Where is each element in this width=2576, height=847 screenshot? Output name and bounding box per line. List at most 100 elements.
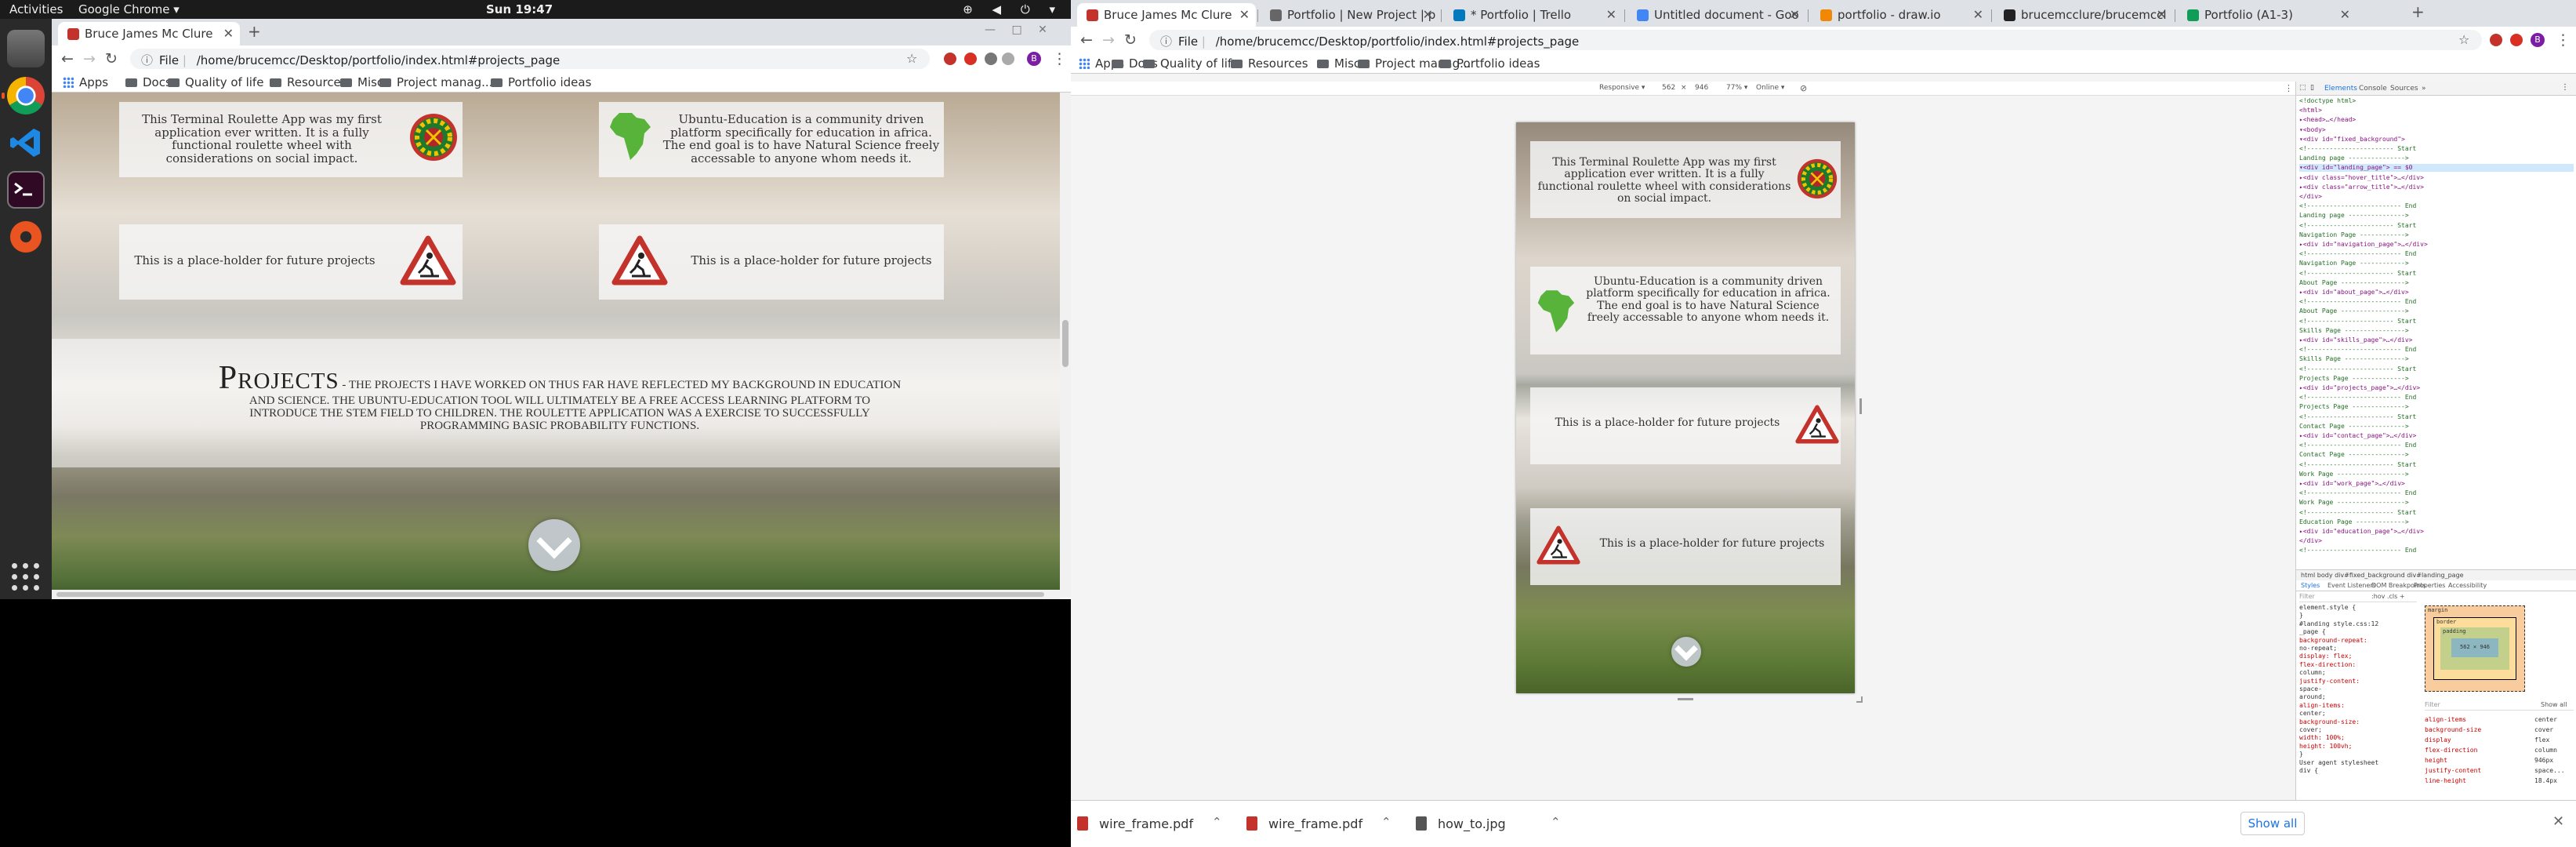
chevron-up-icon[interactable]: ⌃ — [1551, 815, 1561, 829]
computed-filter-input[interactable]: Filter Show all — [2425, 701, 2574, 711]
css-rule-line[interactable]: display: flex; — [2299, 653, 2352, 660]
dom-node[interactable]: <!------------------------- End — [2299, 250, 2416, 258]
tab-portfolio[interactable]: Bruce James Mc Clure ✕ — [58, 22, 240, 45]
computed-property-row[interactable]: display flex — [2425, 736, 2574, 745]
viewport-resize-handle[interactable] — [1678, 698, 1693, 700]
rotate-icon[interactable]: ⊘ — [1800, 83, 1807, 93]
css-rule-line[interactable]: User agent stylesheet — [2299, 759, 2378, 766]
address-bar[interactable]: ⓘ File | /home/brucemcc/Desktop/portfolio… — [1149, 30, 2482, 50]
extension-icon[interactable] — [944, 53, 956, 65]
dom-node[interactable]: Education Page -------------> — [2299, 518, 2409, 526]
computed-property-row[interactable]: height 946px — [2425, 756, 2574, 765]
chrome-app-icon[interactable] — [2, 77, 45, 115]
browser-tab[interactable]: Portfolio (A1-3) ✕ — [2178, 3, 2356, 27]
reload-icon[interactable]: ↻ — [1124, 31, 1137, 49]
dom-node[interactable]: <!------------------------- End — [2299, 202, 2416, 210]
css-rule-line[interactable]: } — [2299, 751, 2303, 758]
css-rule-line[interactable]: _page { — [2299, 628, 2326, 635]
devtools-menu-icon[interactable]: ⋮ — [2561, 83, 2569, 92]
close-tab-icon[interactable]: ✕ — [1423, 7, 1433, 22]
dom-node[interactable]: Skills Page ----------------> — [2299, 355, 2409, 363]
dom-node[interactable]: <!------------------------- End — [2299, 442, 2416, 449]
viewport-side-resize-handle[interactable] — [1859, 398, 1862, 414]
dom-node[interactable]: ▸<div id="projects_page">…</div> — [2299, 384, 2420, 392]
network-select[interactable]: Online ▾ — [1756, 84, 1784, 92]
dom-node[interactable]: Landing page ---------------> — [2299, 154, 2409, 162]
styles-subtab[interactable]: Properties — [2414, 582, 2445, 589]
menu-icon[interactable]: ⋮ — [1052, 50, 1067, 67]
css-rule-line[interactable]: no-repeat; — [2299, 645, 2337, 652]
files-app-icon[interactable] — [7, 30, 45, 67]
css-rule-line[interactable]: around; — [2299, 693, 2326, 700]
dom-node[interactable]: About Page -----------------> — [2299, 307, 2409, 315]
dom-node[interactable]: ▸<div id="contact_page">…</div> — [2299, 432, 2416, 440]
project-card-roulette[interactable]: This Terminal Roulette App was my first … — [119, 102, 463, 177]
devtools-tab[interactable]: Console — [2359, 85, 2387, 93]
dom-node[interactable]: ▸<div id="work_page">…</div> — [2299, 480, 2405, 488]
css-rule-line[interactable]: flex-direction: — [2299, 661, 2356, 668]
close-tab-icon[interactable]: ✕ — [223, 26, 234, 41]
dom-node[interactable]: Work Page ------------------> — [2299, 471, 2409, 478]
project-card-placeholder[interactable]: This is a place-holder for future projec… — [119, 224, 463, 300]
vertical-scrollbar[interactable] — [1060, 93, 1071, 598]
close-tab-icon[interactable]: ✕ — [1973, 7, 1983, 22]
close-tab-icon[interactable]: ✕ — [2157, 7, 2167, 22]
chevron-up-icon[interactable]: ⌃ — [1212, 815, 1222, 829]
dom-node[interactable]: <!------------------------- End — [2299, 346, 2416, 354]
dom-node[interactable]: ▸<div class="hover_title">…</div> — [2299, 174, 2424, 182]
height-input[interactable]: 946 — [1695, 84, 1708, 92]
dom-node[interactable]: </div> — [2299, 193, 2322, 201]
css-rule-line[interactable]: background-size: — [2299, 718, 2360, 725]
download-item[interactable]: how_to.jpg — [1416, 816, 1506, 831]
bookmark-item[interactable]: Quality of life — [1143, 56, 1239, 71]
dom-node[interactable]: Work Page ------------------> — [2299, 499, 2409, 507]
bookmark-item[interactable]: Docs — [125, 75, 172, 89]
dom-node[interactable]: Projects Page --------------> — [2299, 375, 2409, 383]
dom-node[interactable]: <!------------------------- End — [2299, 547, 2416, 554]
app-menu[interactable]: Google Chrome ▾ — [78, 2, 180, 16]
dom-node[interactable]: ▸<div id="about_page">…</div> — [2299, 289, 2409, 296]
bookmark-item[interactable]: Project manag... — [379, 75, 492, 89]
css-rule-line[interactable]: div { — [2299, 767, 2318, 774]
dom-node[interactable]: ▸<div id="skills_page">…</div> — [2299, 336, 2413, 344]
css-rule-line[interactable]: column; — [2299, 669, 2326, 676]
css-rule-line[interactable]: space- — [2299, 685, 2322, 693]
dom-node[interactable]: <!----------------------- Start — [2299, 413, 2416, 421]
scroll-down-arrow-icon[interactable] — [1671, 637, 1701, 667]
dom-node[interactable]: <!----------------------- Start — [2299, 509, 2416, 517]
horizontal-scrollbar[interactable] — [52, 590, 1060, 599]
css-rule-line[interactable]: cover; — [2299, 726, 2322, 733]
new-tab-button[interactable]: + — [248, 22, 261, 41]
adblock-icon[interactable] — [2510, 34, 2523, 46]
chevron-up-icon[interactable]: ⌃ — [1381, 815, 1391, 829]
dom-node[interactable]: <!----------------------- Start — [2299, 461, 2416, 469]
info-icon[interactable]: ⓘ — [1160, 35, 1172, 49]
dom-node[interactable]: <!----------------------- Start — [2299, 222, 2416, 230]
project-card-roulette[interactable]: This Terminal Roulette App was my first … — [1530, 141, 1841, 218]
terminal-app-icon[interactable] — [7, 171, 45, 209]
download-item[interactable]: wire_frame.pdf — [1077, 816, 1193, 831]
css-rule-line[interactable]: align-items: — [2299, 702, 2345, 709]
project-card-placeholder[interactable]: This is a place-holder for future projec… — [1530, 508, 1841, 585]
devtools-tab[interactable]: Sources — [2390, 85, 2418, 93]
styles-subtab[interactable]: Accessibility — [2448, 582, 2487, 589]
scroll-down-arrow-icon[interactable] — [528, 519, 580, 571]
bookmark-item[interactable]: Portfolio ideas — [491, 75, 591, 89]
computed-property-row[interactable]: align-items center — [2425, 715, 2574, 725]
dom-node[interactable]: <!----------------------- Start — [2299, 145, 2416, 153]
close-tab-icon[interactable]: ✕ — [1790, 7, 1800, 22]
dom-node[interactable]: ▸<div id="education_page">…</div> — [2299, 528, 2424, 536]
bookmark-item[interactable]: Misc — [340, 75, 383, 89]
devtools-tab[interactable]: » — [2422, 85, 2426, 93]
browser-tab[interactable]: portfolio - draw.io ✕ — [1811, 3, 1990, 27]
star-icon[interactable]: ☆ — [2458, 32, 2469, 47]
settings-app-icon[interactable] — [7, 218, 45, 256]
css-rule-line[interactable]: width: 100%; — [2299, 734, 2345, 741]
breadcrumb-path[interactable]: html body div#fixed_background div#landi… — [2301, 572, 2464, 579]
bookmark-item[interactable]: Resources — [270, 75, 347, 89]
zoom-select[interactable]: 77% ▾ — [1726, 84, 1747, 92]
device-select[interactable]: Responsive ▾ — [1599, 84, 1645, 92]
forward-icon[interactable]: → — [83, 50, 96, 67]
dom-node[interactable]: <html> — [2299, 107, 2322, 115]
computed-property-row[interactable]: justify-content space... — [2425, 766, 2574, 776]
